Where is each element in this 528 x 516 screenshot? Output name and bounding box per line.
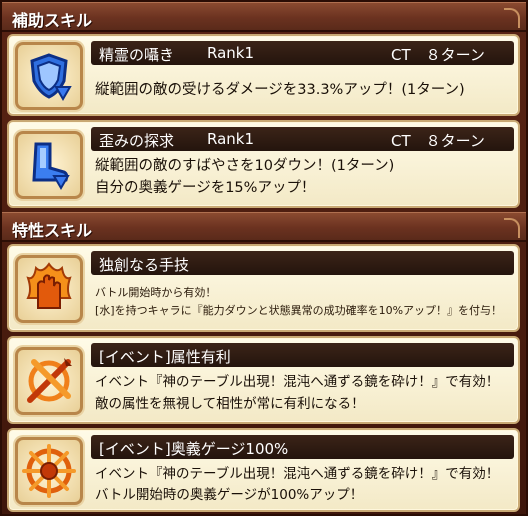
skill-description-line: バトル開始時の奥義ゲージが100%アップ！: [95, 487, 364, 503]
skill-name: 歪みの探求: [99, 132, 175, 150]
trait-skill-card-2[interactable]: [イベント]属性有利 イベント『神のテーブル出現！混沌へ通ずる鏡を砕け！』で有効…: [7, 336, 520, 424]
header-ornament: [504, 8, 520, 28]
skill-rank: Rank1: [207, 44, 255, 62]
boot-down-icon: [15, 131, 83, 199]
skill-name: [イベント]奥義ゲージ100%: [99, 440, 289, 458]
skill-name: [イベント]属性有利: [99, 348, 231, 366]
header-ornament: [504, 218, 520, 238]
skill-description-line: 縦範囲の敵のすばやさを10ダウン！(1ターン): [95, 158, 395, 174]
skill-description-line: イベント『神のテーブル出現！混沌へ通ずる鏡を砕け！』で有効！: [95, 374, 500, 390]
skill-title-bar: [イベント]奥義ゲージ100%: [91, 435, 514, 459]
support-skill-card-2[interactable]: 歪みの探求 Rank1 CT ８ターン 縦範囲の敵のすばやさを10ダウン！(1タ…: [7, 120, 520, 208]
flame-hand-icon: [15, 255, 83, 323]
skill-description-line: バトル開始時から有効！: [95, 286, 217, 299]
trait-skill-card-3[interactable]: [イベント]奥義ゲージ100% イベント『神のテーブル出現！混沌へ通ずる鏡を砕け…: [7, 428, 520, 512]
skill-cooldown: CT ８ターン: [391, 46, 485, 64]
trait-skill-header: 特性スキル: [2, 212, 526, 242]
skill-description-line: 敵の属性を無視して相性が常に有利になる！: [95, 396, 365, 412]
shield-down-icon: [15, 42, 83, 110]
burst-wheel-icon: [15, 437, 83, 505]
skill-title-bar: 精霊の囁き Rank1 CT ８ターン: [91, 41, 514, 65]
skill-cooldown: CT ８ターン: [391, 132, 485, 150]
support-skill-header: 補助スキル: [2, 2, 526, 32]
support-skill-card-1[interactable]: 精霊の囁き Rank1 CT ８ターン 縦範囲の敵の受けるダメージを33.3%ア…: [7, 34, 520, 116]
trait-skill-header-label: 特性スキル: [12, 221, 93, 240]
skill-name: 独創なる手技: [99, 256, 190, 274]
support-skill-header-label: 補助スキル: [12, 11, 93, 30]
skill-name: 精霊の囁き: [99, 46, 175, 64]
skill-title-bar: [イベント]属性有利: [91, 343, 514, 367]
skill-description-line: 自分の奥義ゲージを15%アップ！: [95, 180, 316, 196]
skill-title-bar: 歪みの探求 Rank1 CT ８ターン: [91, 127, 514, 151]
skill-description-line: 縦範囲の敵の受けるダメージを33.3%アップ！(1ターン): [95, 82, 465, 98]
crossed-swords-icon: [15, 347, 83, 415]
skill-rank: Rank1: [207, 130, 255, 148]
trait-skill-card-1[interactable]: 独創なる手技 バトル開始時から有効！ [水]を持つキャラに『能力ダウンと状態異常…: [7, 244, 520, 332]
skill-description-line: [水]を持つキャラに『能力ダウンと状態異常の成功確率を10%アップ！』を付与！: [95, 304, 503, 317]
skill-title-bar: 独創なる手技: [91, 251, 514, 275]
skill-description-line: イベント『神のテーブル出現！混沌へ通ずる鏡を砕け！』で有効！: [95, 466, 500, 482]
